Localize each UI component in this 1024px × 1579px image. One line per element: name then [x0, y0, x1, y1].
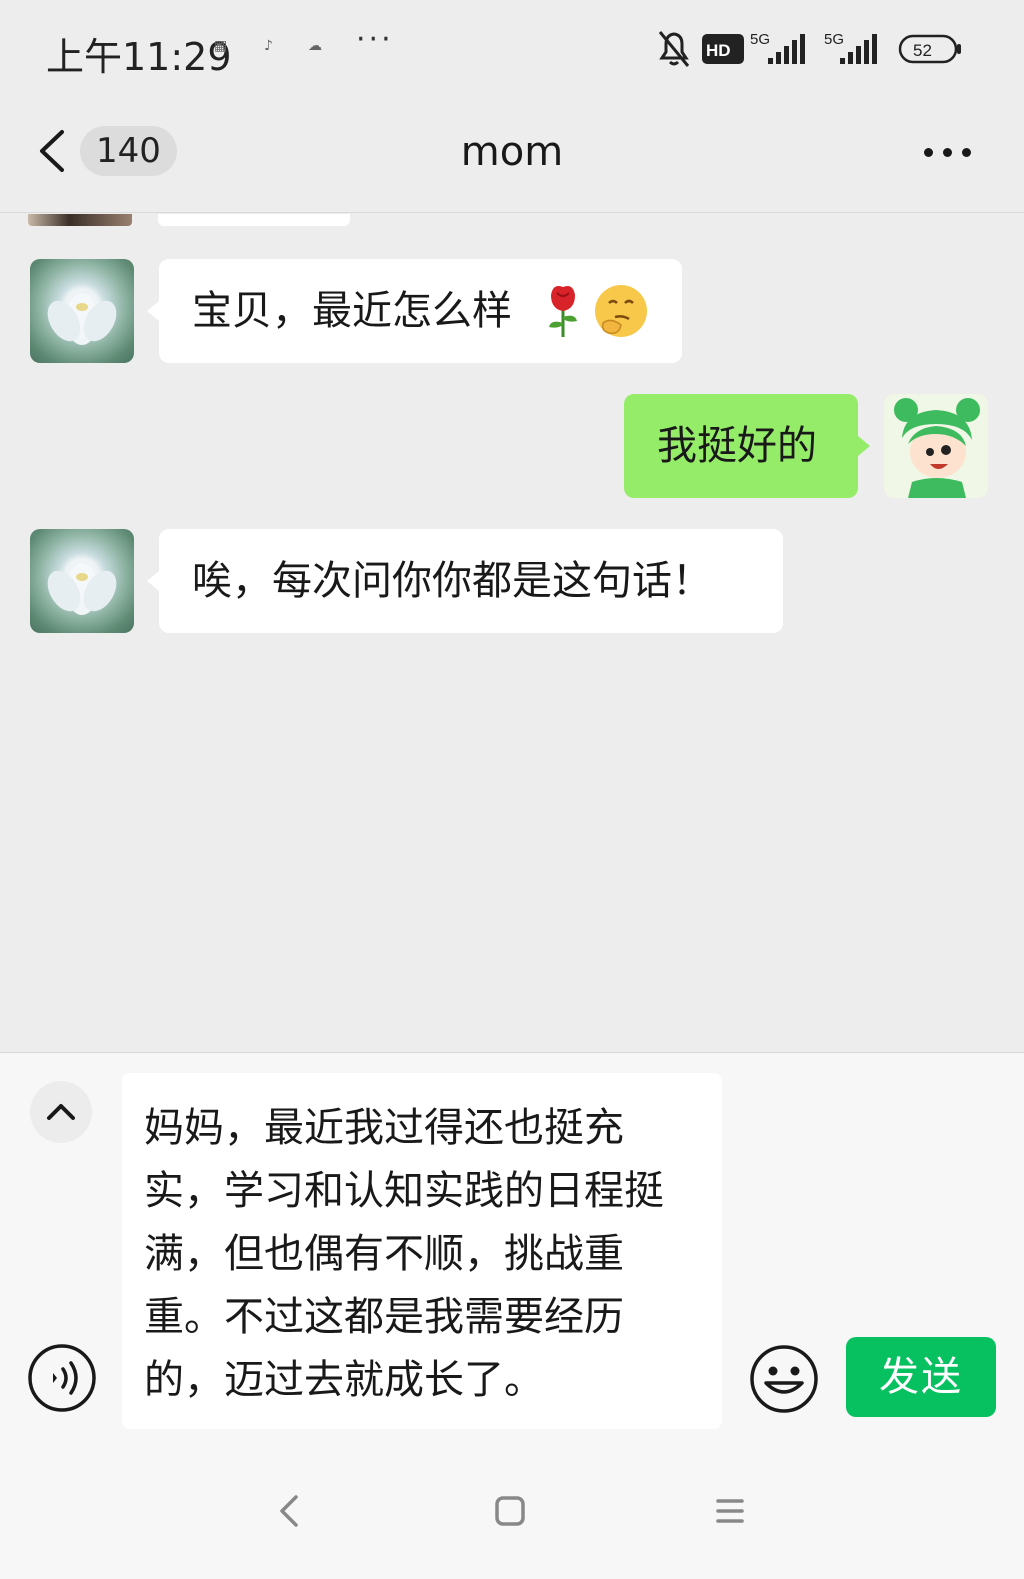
message-text: 宝贝，最近怎么样: [192, 288, 512, 334]
message-text: 唉，每次问你你都是这句话！: [192, 558, 712, 604]
chat-header: 140 mom: [0, 100, 1024, 213]
input-bar: 妈妈，最近我过得还也挺充实，学习和认知实践的日程挺满，但也偶有不顺，挑战重重。不…: [0, 1052, 1024, 1443]
message-bubble-mom-2[interactable]: 唉，每次问你你都是这句话！: [147, 529, 783, 633]
emoji-icon[interactable]: [748, 1343, 820, 1415]
mom-avatar[interactable]: [30, 529, 134, 633]
system-home-icon[interactable]: [488, 1489, 532, 1533]
chevron-up-icon[interactable]: [30, 1081, 92, 1143]
tiktok-icon: ♪: [264, 38, 273, 54]
svg-text:5G: 5G: [824, 31, 844, 48]
my-avatar[interactable]: [884, 394, 988, 498]
status-time: 上午11:29: [46, 35, 232, 79]
signal-icons: HD 5G 5G 52: [658, 31, 961, 67]
mute-bell-icon: [658, 31, 690, 67]
message-list: 宝贝，最近怎么样 我挺好的 唉，每次问你你都是这句话！: [0, 214, 1024, 1052]
chat-title: mom: [460, 129, 564, 175]
system-back-icon[interactable]: [268, 1489, 312, 1533]
cartoon-girl-icon: [884, 394, 988, 498]
battery-level: 52: [913, 41, 932, 60]
more-dots-icon[interactable]: [924, 146, 972, 160]
notification-icon: ▦: [214, 38, 228, 54]
signal-bars-icon-1: [768, 34, 805, 64]
voice-icon[interactable]: [27, 1343, 97, 1413]
cloud-icon: ☁: [308, 38, 322, 54]
system-menu-icon[interactable]: [708, 1489, 752, 1533]
partial-avatar: [28, 214, 132, 226]
wechat-chat-screen: 上午11:29 ▦ ♪ ☁ ··· HD 5G 5G 52 140 mom 宝贝…: [0, 0, 1024, 1579]
svg-text:5G: 5G: [750, 31, 770, 48]
thinking-face-icon: [595, 285, 647, 337]
status-indicators: HD 5G 5G 52: [656, 28, 966, 68]
mom-avatar[interactable]: [30, 259, 134, 363]
system-navigation-bar: [0, 1443, 1024, 1579]
signal-bars-icon-2: [840, 34, 877, 64]
lotus-flower-icon: [47, 293, 117, 345]
message-bubble-mom-1[interactable]: 宝贝，最近怎么样: [147, 259, 682, 363]
status-bar: 上午11:29 ▦ ♪ ☁ ··· HD 5G 5G 52: [0, 0, 1024, 100]
send-button[interactable]: 发送: [846, 1337, 996, 1417]
status-more-icon: ···: [356, 22, 394, 57]
message-input[interactable]: 妈妈，最近我过得还也挺充实，学习和认知实践的日程挺满，但也偶有不顺，挑战重重。不…: [122, 1073, 722, 1429]
message-bubble-me-1[interactable]: 我挺好的: [624, 394, 870, 498]
lotus-flower-icon: [47, 563, 117, 615]
partial-message-bubble: [158, 214, 350, 226]
rose-icon: [549, 286, 577, 337]
message-text: 我挺好的: [657, 423, 817, 469]
svg-text:HD: HD: [706, 41, 731, 60]
